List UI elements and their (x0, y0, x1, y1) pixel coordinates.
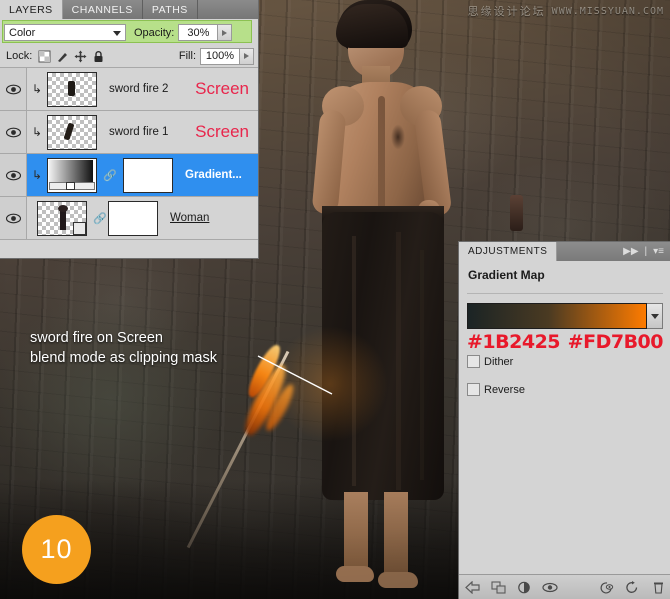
annotation-line-1: sword fire on Screen (30, 330, 163, 346)
layer-visibility-cell[interactable] (0, 68, 27, 110)
reverse-label: Reverse (484, 383, 525, 396)
opacity-stepper[interactable] (218, 24, 233, 41)
lock-image-icon[interactable] (56, 50, 69, 63)
collapse-chevrons-icon[interactable]: ▶▶ (623, 246, 638, 257)
layer-mask-thumbnail[interactable] (123, 157, 173, 193)
annotation-hex-values: #1B2425 #FD7B00 (459, 329, 670, 353)
tab-paths[interactable]: PATHS (142, 0, 198, 19)
blend-mode-select[interactable]: Color (4, 24, 126, 41)
layer-name[interactable]: sword fire 1 (109, 126, 168, 138)
layer-thumbnail[interactable] (47, 71, 97, 107)
layers-panel-tabbar: LAYERS CHANNELS PATHS (0, 0, 258, 19)
fill-stepper[interactable] (240, 47, 254, 65)
watermark-cn: 思缘设计论坛 (467, 5, 546, 18)
clipping-mask-arrow-icon: ↳ (31, 168, 43, 182)
lock-label: Lock: (6, 50, 33, 62)
layer-visibility-cell[interactable] (0, 197, 27, 239)
tab-adjustments[interactable]: ADJUSTMENTS (459, 242, 558, 261)
link-icon[interactable]: 🔗 (93, 212, 107, 225)
layer-thumbnail[interactable] (47, 114, 97, 150)
layer-visibility-cell[interactable] (0, 154, 27, 196)
layers-panel: LAYERS CHANNELS PATHS Color Opacity: 30%… (0, 0, 259, 259)
watermark-url: WWW.MISSYUAN.COM (551, 5, 664, 17)
annotation-blend-tag: Screen (195, 79, 249, 98)
tab-layers[interactable]: LAYERS (0, 0, 63, 19)
tabbar-filler (197, 0, 258, 19)
lock-position-icon[interactable] (74, 50, 87, 63)
previous-state-icon[interactable] (593, 581, 619, 594)
adjustments-bottom-toolbar (459, 574, 670, 599)
layer-name[interactable]: Gradient... (185, 169, 242, 181)
gradient-preset-dropdown[interactable] (647, 303, 663, 329)
reset-icon[interactable] (619, 581, 645, 594)
lock-transparency-icon[interactable] (38, 50, 51, 63)
panel-header-icons: ▶▶ | ▾≡ (623, 242, 670, 261)
toggle-adjustment-icon[interactable] (511, 581, 537, 594)
eye-icon[interactable] (5, 127, 21, 138)
annotation-leader-line (257, 355, 333, 395)
delete-icon[interactable] (645, 581, 670, 594)
table-row[interactable]: 🔗 Woman (0, 197, 258, 240)
annotation-blend-tag: Screen (195, 122, 249, 141)
fill-group: Fill: 100% (171, 47, 254, 65)
reverse-checkbox[interactable] (467, 383, 480, 396)
chevron-down-icon (113, 31, 121, 36)
lock-row: Lock: Fill: 100% (0, 44, 258, 67)
tab-channels[interactable]: CHANNELS (62, 0, 143, 19)
eye-icon[interactable] (5, 84, 21, 95)
link-icon[interactable]: 🔗 (103, 169, 117, 182)
gradient-map-thumbnail[interactable] (47, 157, 97, 193)
layer-mask-thumbnail[interactable] (108, 200, 158, 236)
clip-to-layer-icon[interactable] (485, 581, 511, 594)
gradient-preview-bar[interactable] (467, 303, 647, 329)
gradient-editor-row (459, 294, 670, 329)
lock-all-icon[interactable] (92, 50, 105, 63)
layer-name[interactable]: sword fire 2 (109, 83, 168, 95)
adjustments-panel: ADJUSTMENTS ▶▶ | ▾≡ Gradient Map #1B2425… (458, 241, 670, 599)
layer-thumbnail[interactable] (37, 200, 87, 236)
fill-input[interactable]: 100% (200, 47, 240, 65)
blend-mode-row: Color Opacity: 30% (0, 19, 258, 44)
step-badge: 10 (22, 515, 91, 584)
table-row[interactable]: ↳ sword fire 2 Screen (0, 68, 258, 111)
divider: | (644, 246, 648, 257)
dither-checkbox[interactable] (467, 355, 480, 368)
preview-eye-icon[interactable] (537, 582, 563, 593)
step-badge-number: 10 (40, 534, 73, 564)
adjustments-title: Gradient Map (468, 268, 545, 282)
eye-icon[interactable] (5, 170, 21, 181)
opacity-label: Opacity: (134, 26, 175, 39)
layer-rows: ↳ sword fire 2 Screen ↳ sword fire 1 Scr… (0, 67, 258, 240)
dither-label: Dither (484, 355, 514, 368)
reverse-row[interactable]: Reverse (459, 383, 670, 396)
table-row[interactable]: ↳ sword fire 1 Screen (0, 111, 258, 154)
dither-row[interactable]: Dither (459, 355, 670, 368)
adjustments-tabbar: ADJUSTMENTS ▶▶ | ▾≡ (459, 242, 670, 261)
table-row[interactable]: ↳ 🔗 Gradient... (0, 154, 258, 197)
hex-right-annotation: #FD7B00 (567, 331, 664, 353)
blend-mode-value: Color (9, 26, 36, 39)
opacity-input[interactable]: 30% (178, 24, 219, 41)
screenshot-root: 思缘设计论坛 WWW.MISSYUAN.COM sword fire on Sc… (0, 0, 670, 599)
clipping-mask-arrow-icon: ↳ (31, 82, 43, 96)
watermark: 思缘设计论坛 WWW.MISSYUAN.COM (468, 3, 664, 19)
layer-name[interactable]: Woman (170, 212, 209, 224)
panel-menu-icon[interactable]: ▾≡ (653, 246, 664, 257)
chevron-down-icon (650, 313, 659, 319)
eye-icon[interactable] (5, 213, 21, 224)
back-arrow-icon[interactable] (459, 581, 485, 594)
hex-left-annotation: #1B2425 (467, 331, 561, 353)
clipping-mask-arrow-icon: ↳ (31, 125, 43, 139)
layer-visibility-cell[interactable] (0, 111, 27, 153)
fill-label: Fill: (178, 50, 196, 62)
